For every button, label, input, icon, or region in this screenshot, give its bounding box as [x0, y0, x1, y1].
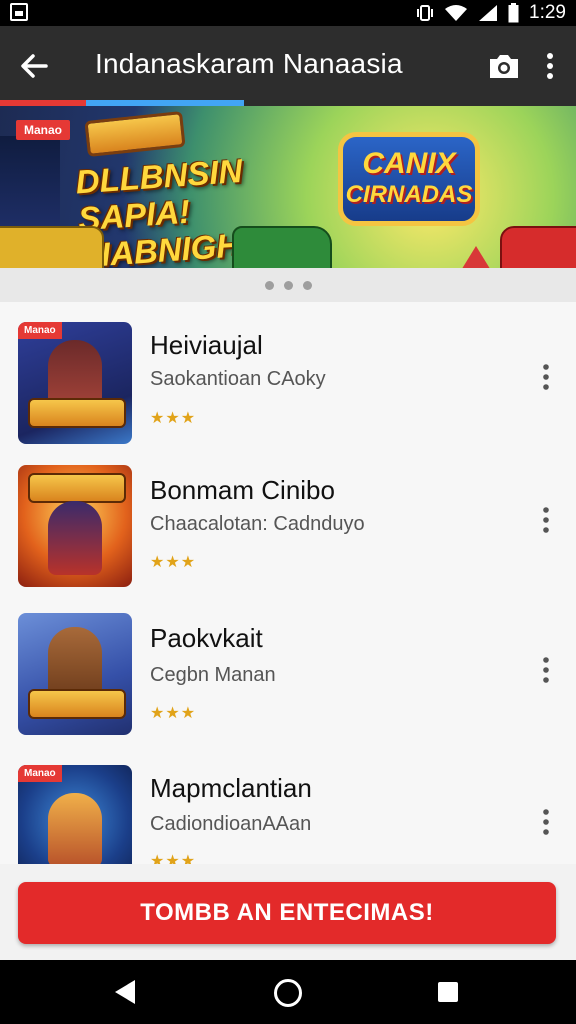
signal-icon — [479, 5, 498, 21]
game-subtitle: Chaacalotan: Cadnduyo — [150, 513, 365, 535]
game-logo-plate — [28, 473, 126, 503]
carousel-dot[interactable] — [302, 280, 312, 290]
list-item[interactable]: Manao Heiviaujal Saokantioan CAoky ★★★ — [0, 302, 576, 452]
page-title: Indanaskaram Nanaasia — [95, 48, 403, 79]
game-subtitle: CadiondioanAAan — [150, 813, 312, 835]
thumbnail-badge: Manao — [18, 765, 62, 782]
item-more-icon[interactable] — [536, 807, 556, 837]
list-item[interactable]: Paokvkait Cegbn Manan ★★★ — [0, 593, 576, 743]
banner-green-car — [232, 226, 332, 268]
banner-yellow-car — [0, 226, 104, 268]
game-thumbnail: Manao — [18, 322, 132, 444]
status-bar: 1:29 — [0, 0, 576, 26]
game-logo-plate — [28, 398, 126, 428]
banner-small-logo — [84, 110, 186, 158]
nav-recents-icon[interactable] — [438, 982, 458, 1002]
status-time: 1:29 — [529, 2, 566, 23]
game-title: Paokvkait — [150, 623, 263, 653]
game-title: Heiviaujal — [150, 330, 263, 360]
notification-icon — [10, 3, 28, 21]
system-nav-bar — [0, 960, 576, 1024]
featured-banner[interactable]: Manao DLLBNSIN SAPIA! FIABNIGHA! CANIX C… — [0, 106, 576, 268]
character-art — [48, 793, 102, 864]
wifi-icon — [445, 5, 468, 21]
item-more-icon[interactable] — [536, 505, 556, 535]
back-arrow-icon[interactable] — [18, 50, 50, 82]
cta-container: TOMBB AN ENTECIMAS! — [0, 864, 576, 960]
app-bar: Indanaskaram Nanaasia — [0, 26, 576, 104]
vibrate-icon — [417, 5, 434, 21]
game-thumbnail — [18, 613, 132, 735]
rating-stars: ★★★ — [150, 410, 197, 427]
game-title: Bonmam Cinibo — [150, 475, 335, 505]
rating-stars: ★★★ — [150, 853, 197, 864]
character-art — [48, 501, 102, 575]
thumbnail-badge: Manao — [18, 322, 62, 339]
game-thumbnail — [18, 465, 132, 587]
item-more-icon[interactable] — [536, 655, 556, 685]
game-title: Mapmclantian — [150, 773, 312, 803]
game-subtitle: Cegbn Manan — [150, 664, 276, 686]
banner-game-logo: CANIX CIRNADAS — [338, 132, 480, 226]
rating-stars: ★★★ — [150, 554, 197, 571]
more-vert-icon[interactable] — [540, 50, 560, 82]
nav-back-icon[interactable] — [115, 980, 135, 1004]
game-logo-plate — [28, 689, 126, 719]
list-item[interactable]: Bonmam Cinibo Chaacalotan: Cadnduyo ★★★ — [0, 445, 576, 595]
rating-stars: ★★★ — [150, 705, 197, 722]
nav-home-icon[interactable] — [274, 979, 302, 1007]
carousel-dot[interactable] — [264, 280, 274, 290]
carousel-dot[interactable] — [283, 280, 293, 290]
banner-logo-line2: CIRNADAS — [345, 181, 473, 208]
battery-icon — [508, 3, 519, 23]
item-more-icon[interactable] — [536, 362, 556, 392]
game-subtitle: Saokantioan CAoky — [150, 368, 326, 390]
list-item[interactable]: Manao Mapmclantian CadiondioanAAan ★★★ — [0, 745, 576, 864]
carousel-indicator — [0, 268, 576, 302]
cta-button[interactable]: TOMBB AN ENTECIMAS! — [18, 882, 556, 944]
banner-red-car — [500, 226, 576, 268]
banner-badge: Manao — [16, 120, 71, 140]
game-thumbnail: Manao — [18, 765, 132, 864]
game-list: Manao Heiviaujal Saokantioan CAoky ★★★ B… — [0, 302, 576, 864]
banner-building-art — [0, 136, 60, 232]
banner-logo-line1: CANIX — [362, 147, 456, 180]
banner-red-arrow — [460, 246, 492, 268]
camera-icon[interactable] — [486, 50, 522, 82]
